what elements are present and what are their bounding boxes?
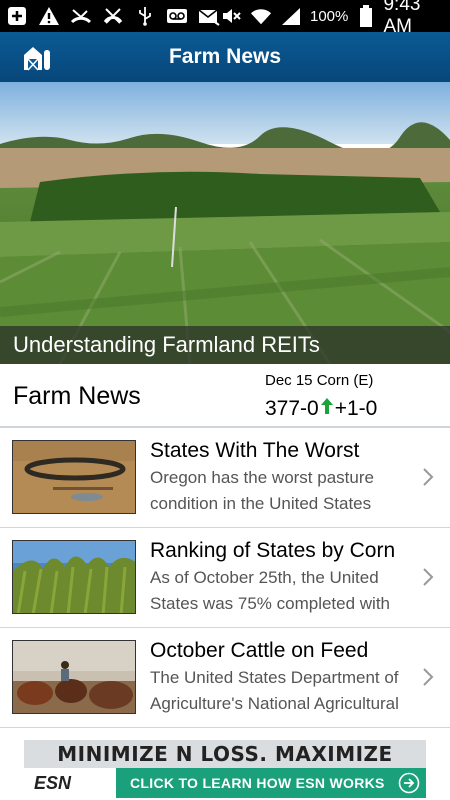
chevron-right-icon[interactable]	[422, 466, 434, 488]
news-item[interactable]: Ranking of States by Corn As of October …	[0, 528, 450, 628]
arrow-right-circle-icon[interactable]	[398, 772, 420, 794]
chevron-right-icon[interactable]	[422, 566, 434, 588]
ad-cta-bar[interactable]: ESN CLICK TO LEARN HOW ESN WORKS	[24, 768, 426, 798]
signal-icon	[280, 6, 302, 26]
status-bar: 100% 9:43 AM	[0, 0, 450, 37]
missed-call-icon	[70, 6, 92, 26]
ticker-change: +1-0	[334, 397, 378, 420]
news-item[interactable]: October Cattle on Feed The United States…	[0, 628, 450, 728]
news-thumbnail	[12, 640, 136, 714]
news-title: States With The Worst	[150, 439, 360, 462]
ad-headline: MINIMIZE N LOSS. MAXIMIZE YIELD.	[24, 740, 426, 794]
no-signal-icon	[102, 6, 124, 26]
chevron-right-icon[interactable]	[422, 666, 434, 688]
news-summary: The United States Department of Agricult…	[150, 668, 399, 713]
news-title: Ranking of States by Corn	[150, 539, 396, 562]
ad-banner[interactable]: MINIMIZE N LOSS. MAXIMIZE YIELD. ESN CLI…	[24, 740, 426, 798]
ticker-contract: Dec 15 Corn (E)	[265, 372, 374, 389]
news-summary: As of October 25th, the United States wa…	[150, 568, 391, 613]
mute-icon	[220, 6, 242, 26]
arrow-up-icon	[320, 397, 334, 421]
section-title: Farm News	[13, 382, 141, 410]
ticker-price-row: 377-0 +1-0	[265, 397, 377, 421]
barn-icon[interactable]	[22, 42, 52, 72]
add-icon	[6, 6, 28, 26]
market-ticker: Farm News Dec 15 Corn (E) 377-0 +1-0	[0, 364, 450, 428]
app-header: Farm News	[0, 32, 450, 82]
news-title: October Cattle on Feed	[150, 639, 369, 662]
app-title: Farm News	[168, 45, 282, 68]
news-list: States With The Worst Oregon has the wor…	[0, 428, 450, 728]
hero-caption[interactable]: Understanding Farmland REITs	[0, 326, 450, 364]
esn-logo: ESN	[24, 768, 116, 798]
voicemail-icon	[166, 6, 188, 26]
mail-icon	[198, 6, 220, 26]
hero-field-image	[0, 82, 450, 364]
usb-icon	[134, 6, 156, 26]
wifi-icon	[250, 6, 272, 26]
battery-percent: 100%	[310, 7, 349, 25]
ticker-price: 377-0	[265, 397, 319, 420]
ad-cta[interactable]: CLICK TO LEARN HOW ESN WORKS	[130, 775, 385, 791]
news-thumbnail	[12, 540, 136, 614]
hero-banner[interactable]: Understanding Farmland REITs	[0, 82, 450, 364]
warning-icon	[38, 6, 60, 26]
battery-icon	[356, 5, 375, 27]
news-summary: Oregon has the worst pasture condition i…	[150, 468, 374, 513]
news-thumbnail	[12, 440, 136, 514]
news-item[interactable]: States With The Worst Oregon has the wor…	[0, 428, 450, 528]
